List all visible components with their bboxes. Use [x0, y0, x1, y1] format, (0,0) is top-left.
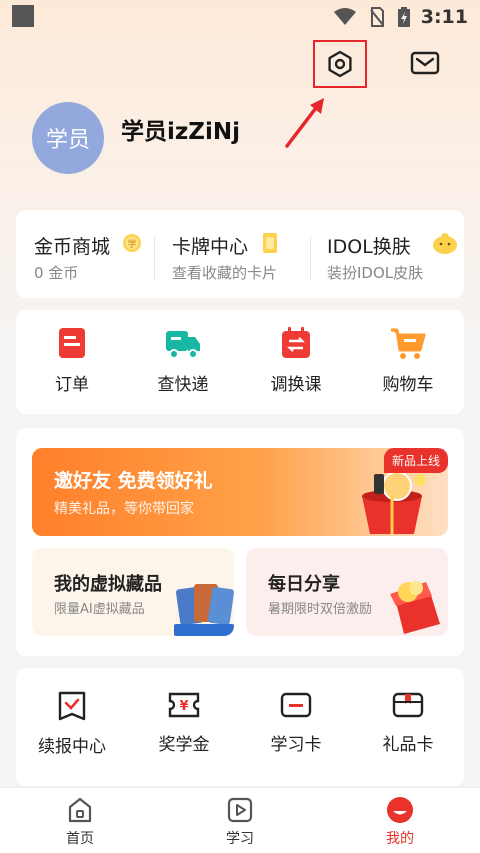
- subcard-title: 我的虚拟藏品: [54, 574, 162, 595]
- quick-link-idol-skin[interactable]: IDOL换肤 装扮IDOL皮肤: [311, 210, 464, 298]
- promo-card: 邀好友 免费领好礼 精美礼品，等你带回家 新品上线 我的虚拟藏品 限量AI虚拟藏…: [16, 428, 464, 656]
- grid-item-orders[interactable]: 订单: [22, 326, 122, 395]
- subcard-subtitle: 暑期限时双倍激励: [268, 602, 373, 617]
- banner-title: 邀好友 免费领好礼: [54, 470, 213, 492]
- wifi-icon: [334, 8, 356, 25]
- avatar[interactable]: 学员: [32, 102, 104, 174]
- pointer-arrow-icon: [285, 98, 324, 148]
- hexagon-settings-icon: [328, 50, 352, 78]
- tab-label: 我的: [386, 831, 414, 847]
- renew-icon: [58, 691, 86, 721]
- grid-item-track-delivery[interactable]: 查快递: [133, 326, 233, 395]
- collectible-cards-icon: [174, 584, 234, 636]
- profile-icon: [387, 797, 413, 823]
- divider: [154, 236, 155, 280]
- grid-item-scholarship[interactable]: ¥ 奖学金: [134, 690, 234, 755]
- quick-link-coin-mall[interactable]: 金币商城 学 0 金币: [16, 210, 156, 298]
- status-bar: 3:11: [0, 0, 480, 33]
- quick-link-title: 金币商城: [34, 236, 111, 258]
- svg-text:学: 学: [127, 238, 136, 250]
- grid-item-label: 购物车: [382, 375, 434, 395]
- quick-link-subtitle: 查看收藏的卡片: [172, 264, 278, 282]
- grid-item-label: 奖学金: [158, 735, 210, 755]
- grid-item-gift-card[interactable]: 礼品卡: [358, 690, 458, 755]
- home-icon: [68, 797, 92, 823]
- coin-icon: 学: [123, 234, 141, 252]
- invite-friends-banner[interactable]: 邀好友 免费领好礼 精美礼品，等你带回家 新品上线: [32, 448, 448, 536]
- battery-charging-icon: [398, 7, 410, 27]
- tab-mine[interactable]: 我的: [350, 796, 450, 848]
- username[interactable]: 学员izZiNj: [121, 112, 240, 146]
- order-tools-card: 订单 查快递 调换课 购物车: [16, 310, 464, 414]
- cart-icon: [391, 328, 426, 359]
- tab-home[interactable]: 首页: [30, 796, 130, 848]
- subcard-subtitle: 限量AI虚拟藏品: [54, 602, 145, 617]
- services-card: 续报中心 ¥ 奖学金 学习卡 礼品卡: [16, 668, 464, 786]
- banner-subtitle: 精美礼品，等你带回家: [54, 501, 194, 517]
- swap-icon: [282, 327, 310, 358]
- ticket-yen-icon: ¥: [168, 692, 200, 718]
- tab-study[interactable]: 学习: [190, 796, 290, 848]
- notification-icon: [12, 5, 34, 27]
- grid-item-label: 调换课: [270, 375, 322, 395]
- daily-share-card[interactable]: 每日分享 暑期限时双倍激励: [246, 548, 448, 636]
- play-icon: [227, 797, 253, 823]
- order-icon: [59, 328, 85, 358]
- grid-item-label: 查快递: [157, 375, 209, 395]
- grid-item-label: 续报中心: [38, 737, 106, 757]
- grid-item-swap-class[interactable]: 调换课: [246, 326, 346, 395]
- status-time: 3:11: [420, 6, 468, 28]
- grid-item-cart[interactable]: 购物车: [358, 326, 458, 395]
- message-button[interactable]: [404, 42, 446, 84]
- quick-link-subtitle: 装扮IDOL皮肤: [327, 264, 424, 282]
- grid-item-label: 学习卡: [270, 735, 322, 755]
- grid-item-label: 礼品卡: [382, 735, 434, 755]
- subcard-title: 每日分享: [268, 574, 340, 595]
- gift-basket-icon: [362, 471, 426, 534]
- settings-button[interactable]: [313, 40, 367, 88]
- mail-icon: [410, 51, 440, 75]
- quick-link-subtitle: 0 金币: [34, 264, 79, 282]
- truck-icon: [166, 331, 200, 359]
- grid-item-label: 订单: [55, 375, 89, 395]
- gift-box-icon: [390, 581, 440, 634]
- quick-link-title: 卡牌中心: [172, 236, 249, 258]
- grid-item-study-card[interactable]: 学习卡: [246, 690, 346, 755]
- card-icon: [263, 233, 277, 253]
- svg-text:¥: ¥: [179, 699, 188, 714]
- chick-icon: [433, 233, 457, 254]
- no-sim-icon: [370, 7, 384, 27]
- tab-label: 学习: [226, 831, 254, 847]
- quick-link-card-center[interactable]: 卡牌中心 查看收藏的卡片: [156, 210, 311, 298]
- study-card-icon: [280, 692, 312, 718]
- grid-item-renewal-center[interactable]: 续报中心: [22, 690, 122, 757]
- new-badge: 新品上线: [383, 448, 448, 473]
- avatar-text: 学员: [45, 128, 90, 153]
- quick-link-title: IDOL换肤: [327, 236, 411, 258]
- gift-card-icon: [392, 692, 424, 718]
- tab-label: 首页: [66, 831, 94, 847]
- quick-links-card: 金币商城 学 0 金币 卡牌中心 查看收藏的卡片 IDOL换肤 装扮IDOL皮肤: [16, 210, 464, 298]
- virtual-collection-card[interactable]: 我的虚拟藏品 限量AI虚拟藏品: [32, 548, 234, 636]
- bottom-tab-bar: 首页 学习 我的: [0, 787, 480, 853]
